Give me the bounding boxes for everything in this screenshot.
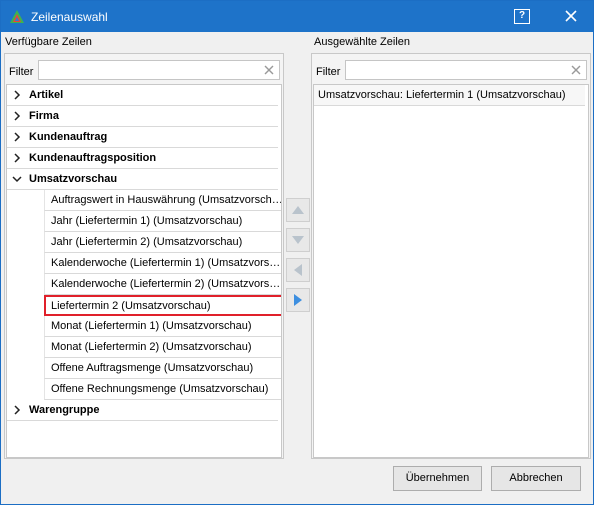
tree-group-kundenauftrag[interactable]: Kundenauftrag bbox=[7, 127, 278, 148]
tree-child-item[interactable]: Kalenderwoche (Liefertermin 2) (Umsatzvo… bbox=[44, 274, 281, 295]
available-tree: Artikel Firma Kundenauftrag Kundenauftra… bbox=[6, 84, 282, 458]
add-button[interactable] bbox=[286, 288, 310, 312]
triangle-up-icon bbox=[292, 206, 304, 214]
chevron-right-icon[interactable] bbox=[12, 153, 22, 163]
tree-child-item[interactable]: Monat (Liefertermin 2) (Umsatzvorschau) bbox=[44, 337, 281, 358]
tree-group-kundenauftragsposition[interactable]: Kundenauftragsposition bbox=[7, 148, 278, 169]
available-panel: Filter Artikel Firma Kundenauftrag Kunde… bbox=[4, 53, 284, 459]
tree-child-item[interactable]: Monat (Liefertermin 1) (Umsatzvorschau) bbox=[44, 316, 281, 337]
tree-child-item[interactable]: Jahr (Liefertermin 2) (Umsatzvorschau) bbox=[44, 232, 281, 253]
tree-child-item[interactable]: Offene Rechnungsmenge (Umsatzvorschau) bbox=[44, 379, 281, 400]
tree-child-item[interactable]: Jahr (Liefertermin 1) (Umsatzvorschau) bbox=[44, 211, 281, 232]
move-up-button[interactable] bbox=[286, 198, 310, 222]
selected-list: Umsatzvorschau: Liefertermin 1 (Umsatzvo… bbox=[313, 84, 589, 458]
cancel-button[interactable]: Abbrechen bbox=[491, 466, 581, 491]
selected-list-item[interactable]: Umsatzvorschau: Liefertermin 1 (Umsatzvo… bbox=[314, 85, 585, 106]
selected-heading: Ausgewählte Zeilen bbox=[314, 36, 411, 48]
selected-panel: Filter Umsatzvorschau: Liefertermin 1 (U… bbox=[311, 53, 591, 459]
available-filter-label: Filter bbox=[9, 66, 34, 78]
clear-filter-icon[interactable] bbox=[569, 63, 583, 77]
chevron-right-icon[interactable] bbox=[12, 405, 22, 415]
ok-button[interactable]: Übernehmen bbox=[393, 466, 482, 491]
dialog-window: Zeilenauswahl ? Verfügbare Zeilen Filter… bbox=[0, 0, 594, 505]
app-logo-icon bbox=[10, 10, 24, 23]
triangle-left-icon bbox=[294, 264, 302, 276]
chevron-right-icon[interactable] bbox=[12, 132, 22, 142]
tree-group-firma[interactable]: Firma bbox=[7, 106, 278, 127]
clear-filter-icon[interactable] bbox=[262, 63, 276, 77]
selected-filter-input[interactable] bbox=[345, 60, 587, 80]
tree-child-item[interactable]: Kalenderwoche (Liefertermin 1) (Umsatzvo… bbox=[44, 253, 281, 274]
triangle-down-icon bbox=[292, 236, 304, 244]
remove-button[interactable] bbox=[286, 258, 310, 282]
move-down-button[interactable] bbox=[286, 228, 310, 252]
tree-child-item[interactable]: Auftragswert in Hauswährung (Umsatzvorsc… bbox=[44, 190, 281, 211]
tree-child-item-highlighted[interactable]: Liefertermin 2 (Umsatzvorschau) bbox=[44, 295, 281, 316]
tree-group-warengruppe[interactable]: Warengruppe bbox=[7, 400, 278, 421]
chevron-right-icon[interactable] bbox=[12, 111, 22, 121]
tree-child-item[interactable]: Offene Auftragsmenge (Umsatzvorschau) bbox=[44, 358, 281, 379]
window-title: Zeilenauswahl bbox=[31, 10, 108, 24]
tree-group-umsatzvorschau[interactable]: Umsatzvorschau bbox=[7, 169, 278, 190]
available-filter-input[interactable] bbox=[38, 60, 280, 80]
close-icon[interactable] bbox=[563, 8, 579, 24]
chevron-down-icon[interactable] bbox=[12, 174, 22, 184]
tree-group-artikel[interactable]: Artikel bbox=[7, 85, 278, 106]
title-bar: Zeilenauswahl ? bbox=[1, 1, 593, 32]
chevron-right-icon[interactable] bbox=[12, 90, 22, 100]
available-heading: Verfügbare Zeilen bbox=[5, 36, 92, 48]
help-button[interactable]: ? bbox=[514, 9, 530, 24]
selected-filter-label: Filter bbox=[316, 66, 341, 78]
triangle-right-icon bbox=[294, 294, 302, 306]
